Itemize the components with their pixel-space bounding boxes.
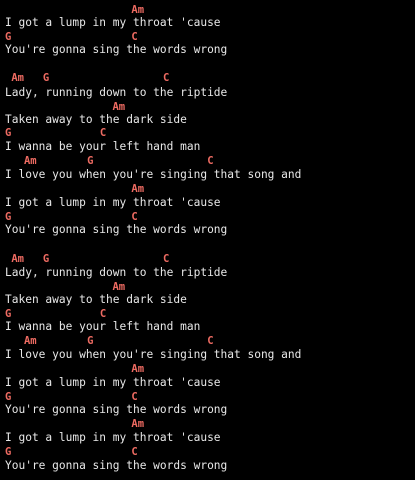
chord-line: G C [5,391,138,403]
chord-line: G C [5,308,107,320]
chord-line: Am [5,183,145,195]
chord-line: G C [5,31,138,43]
lyric-line: I wanna be your left hand man [5,140,201,153]
chord-sheet: Am I got a lump in my throat 'cause G C … [0,0,415,480]
chord-line: Am [5,101,126,113]
chord-line: Am G C [5,155,214,167]
lyric-line: I got a lump in my throat 'cause [5,376,221,389]
chord-line: Am [5,363,145,375]
chord-line: Am G C [5,335,214,347]
chord-line: Am G C [5,72,170,84]
lyric-line: I got a lump in my throat 'cause [5,196,221,209]
chord-line: G C [5,127,107,139]
lyric-line: You're gonna sing the words wrong [5,459,228,472]
chord-line: Am [5,281,126,293]
chord-line: Am G C [5,253,170,265]
lyric-line: Lady, running down to the riptide [5,86,228,99]
lyric-line: You're gonna sing the words wrong [5,223,228,236]
chord-line: Am [5,418,145,430]
lyric-line: I love you when you're singing that song… [5,348,302,361]
lyric-line: You're gonna sing the words wrong [5,403,228,416]
chord-line: G C [5,211,138,223]
lyric-line: Taken away to the dark side [5,293,187,306]
chord-line: G C [5,446,138,458]
lyric-line: Taken away to the dark side [5,113,187,126]
lyric-line: I love you when you're singing that song… [5,168,302,181]
chord-line: Am [5,4,145,16]
lyric-line: I got a lump in my throat 'cause [5,431,221,444]
lyric-line: I got a lump in my throat 'cause [5,16,221,29]
lyric-line: You're gonna sing the words wrong [5,43,228,56]
lyric-line: Lady, running down to the riptide [5,266,228,279]
lyric-line: I wanna be your left hand man [5,320,201,333]
